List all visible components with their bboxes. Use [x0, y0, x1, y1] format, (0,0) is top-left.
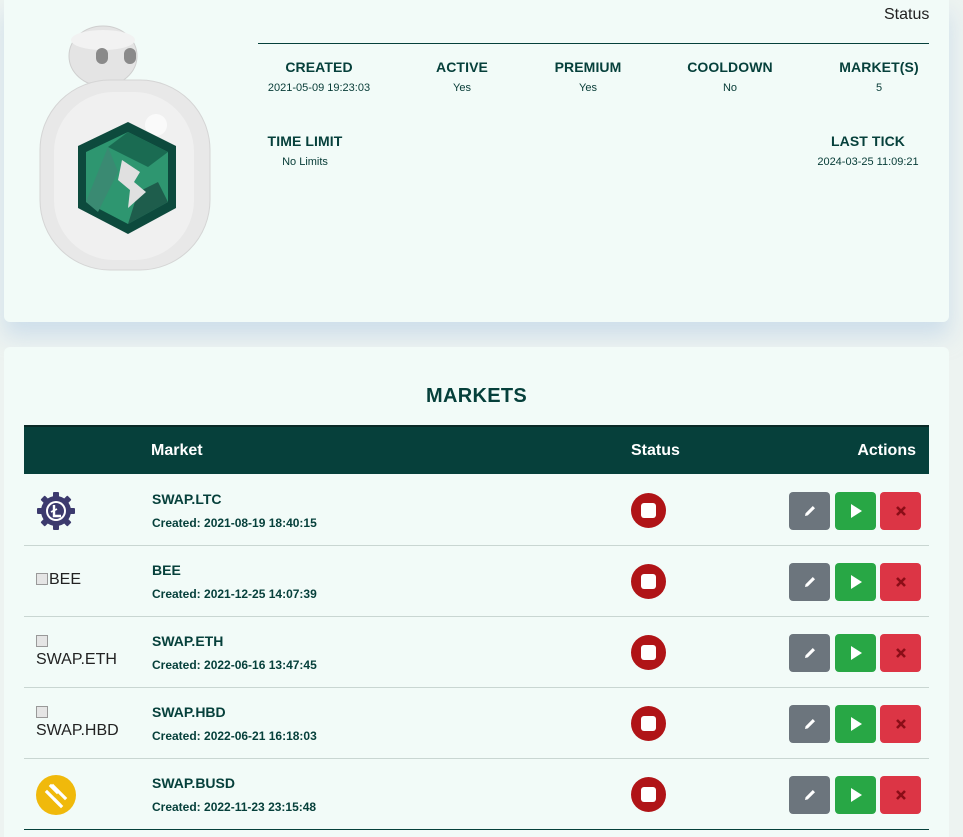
close-icon: [895, 648, 906, 658]
close-icon: [895, 506, 906, 516]
stop-button[interactable]: [631, 564, 666, 599]
stat-created-value: 2021-05-09 19:23:03: [267, 82, 371, 94]
markets-table-header: Market Status Actions: [24, 425, 929, 474]
play-icon: [850, 504, 862, 518]
play-icon: [850, 646, 862, 660]
edit-button[interactable]: [789, 563, 830, 601]
stop-button[interactable]: [631, 493, 666, 528]
column-actions: Actions: [857, 442, 916, 459]
market-created: Created: 2022-06-21 16:18:03: [152, 729, 317, 743]
play-icon: [850, 575, 862, 589]
close-icon: [895, 790, 906, 800]
edit-button[interactable]: [789, 705, 830, 743]
pencil-icon: [804, 719, 815, 729]
broken-image-icon: [36, 573, 48, 585]
status-label: Status: [884, 6, 930, 23]
edit-button[interactable]: [789, 634, 830, 672]
edit-button[interactable]: [789, 492, 830, 530]
bot-robot-avatar: [39, 25, 211, 271]
busd-coin-icon: [36, 775, 76, 815]
stat-time-limit-label: TIME LIMIT: [267, 133, 343, 149]
stat-premium-label: PREMIUM: [554, 59, 622, 75]
delete-button[interactable]: [880, 492, 921, 530]
market-icon-alt: SWAP.HBD: [36, 722, 119, 739]
market-row: SWAP.ETH SWAP.ETH Created: 2022-06-16 13…: [24, 617, 929, 688]
start-button[interactable]: [835, 705, 876, 743]
market-row: SWAP.BUSD Created: 2022-11-23 23:15:48: [24, 759, 929, 830]
market-row: SWAP.LTC Created: 2021-08-19 18:40:15: [24, 475, 929, 546]
market-name: SWAP.HBD: [152, 704, 226, 720]
stat-active-value: Yes: [453, 82, 471, 94]
stat-cooldown: COOLDOWN No: [680, 59, 780, 94]
market-name: SWAP.LTC: [152, 491, 222, 507]
stat-last-tick-value: 2024-03-25 11:09:21: [817, 156, 919, 168]
market-name: SWAP.ETH: [152, 633, 224, 649]
market-created: Created: 2022-11-23 23:15:48: [152, 800, 317, 814]
close-icon: [895, 577, 906, 587]
stat-active: ACTIVE Yes: [422, 59, 502, 94]
stat-markets-label: MARKET(S): [839, 59, 919, 75]
stop-button[interactable]: [631, 706, 666, 741]
market-icon-broken-image: SWAP.HBD: [36, 704, 119, 740]
stat-markets: MARKET(S) 5: [834, 59, 924, 94]
stat-premium-value: Yes: [579, 82, 597, 94]
market-name: SWAP.BUSD: [152, 775, 235, 791]
start-button[interactable]: [835, 634, 876, 672]
market-icon-alt: SWAP.ETH: [36, 651, 117, 668]
stat-created-label: CREATED: [285, 59, 353, 75]
column-status: Status: [631, 442, 680, 459]
market-row: BEE BEE Created: 2021-12-25 14:07:39: [24, 546, 929, 617]
markets-title: MARKETS: [426, 385, 527, 407]
market-row: SWAP.HBD SWAP.HBD Created: 2022-06-21 16…: [24, 688, 929, 759]
divider: [258, 43, 929, 44]
pencil-icon: [804, 790, 815, 800]
start-button[interactable]: [835, 492, 876, 530]
edit-button[interactable]: [789, 776, 830, 814]
start-button[interactable]: [835, 776, 876, 814]
market-created: Created: 2021-12-25 14:07:39: [152, 587, 317, 601]
stat-last-tick: LAST TICK 2024-03-25 11:09:21: [812, 133, 924, 168]
delete-button[interactable]: [880, 705, 921, 743]
delete-button[interactable]: [880, 776, 921, 814]
market-created: Created: 2021-08-19 18:40:15: [152, 516, 317, 530]
stop-button[interactable]: [631, 635, 666, 670]
market-icon-broken-image: BEE: [36, 571, 81, 589]
stat-active-label: ACTIVE: [436, 59, 488, 75]
stat-created: CREATED 2021-05-09 19:23:03: [262, 59, 376, 94]
pencil-icon: [804, 506, 815, 516]
stat-cooldown-value: No: [722, 82, 738, 94]
stat-markets-value: 5: [875, 82, 883, 94]
broken-image-icon: [36, 706, 48, 718]
pencil-icon: [804, 577, 815, 587]
play-icon: [850, 717, 862, 731]
play-icon: [850, 788, 862, 802]
stat-premium: PREMIUM Yes: [548, 59, 628, 94]
stat-cooldown-label: COOLDOWN: [687, 59, 773, 75]
stat-time-limit: TIME LIMIT No Limits: [262, 133, 348, 168]
stat-last-tick-label: LAST TICK: [830, 133, 905, 149]
stat-time-limit-value: No Limits: [282, 156, 328, 168]
market-icon-alt: BEE: [49, 571, 82, 588]
column-market: Market: [151, 442, 203, 459]
market-created: Created: 2022-06-16 13:47:45: [152, 658, 317, 672]
stop-button[interactable]: [631, 777, 666, 812]
delete-button[interactable]: [880, 634, 921, 672]
start-button[interactable]: [835, 563, 876, 601]
ltc-gear-icon: [37, 492, 75, 530]
delete-button[interactable]: [880, 563, 921, 601]
pencil-icon: [804, 648, 815, 658]
market-name: BEE: [152, 562, 181, 578]
broken-image-icon: [36, 635, 48, 647]
close-icon: [895, 719, 906, 729]
market-icon-broken-image: SWAP.ETH: [36, 633, 117, 669]
